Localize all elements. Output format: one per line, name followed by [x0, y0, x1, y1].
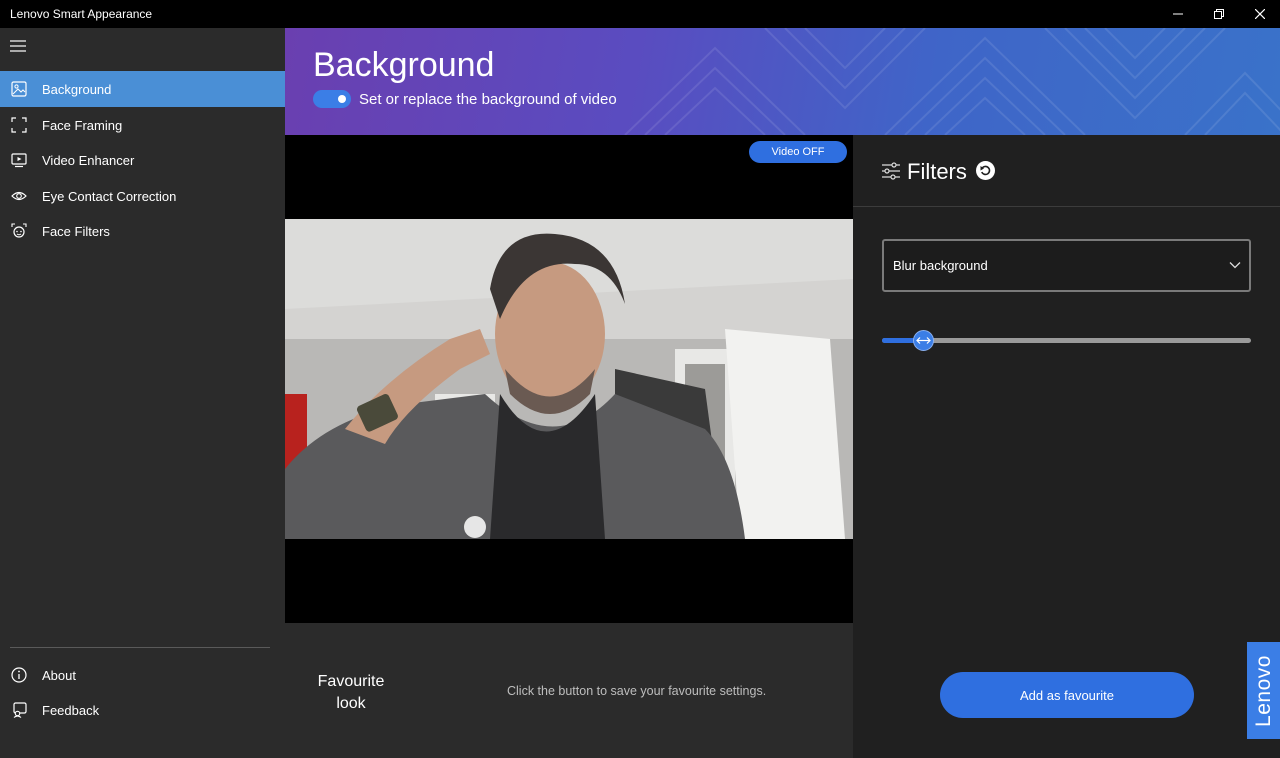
filters-header: Filters — [853, 135, 1280, 207]
background-toggle[interactable] — [313, 90, 351, 108]
favourite-section: Favourite look Click the button to save … — [285, 623, 853, 758]
video-off-button[interactable]: Video OFF — [749, 141, 847, 163]
toggle-label: Set or replace the background of video — [359, 91, 617, 108]
video-preview: Video OFF — [285, 135, 853, 623]
page-title: Background — [313, 46, 495, 84]
favourite-hint: Click the button to save your favourite … — [507, 684, 767, 698]
info-icon — [10, 666, 28, 684]
sidebar-item-label: About — [42, 667, 76, 683]
sidebar-item-face-framing[interactable]: Face Framing — [0, 107, 285, 143]
sidebar: Background Face Framing Video Enhancer E… — [0, 28, 285, 758]
close-button[interactable] — [1239, 0, 1280, 28]
camera-feed — [285, 219, 853, 539]
minimize-icon — [1172, 13, 1183, 15]
sidebar-item-label: Background — [42, 81, 112, 97]
sidebar-item-eye-contact[interactable]: Eye Contact Correction — [0, 178, 285, 214]
sidebar-item-feedback[interactable]: Feedback — [0, 692, 285, 728]
sidebar-item-background[interactable]: Background — [0, 71, 285, 107]
sidebar-item-label: Face Framing — [42, 117, 123, 133]
face-filter-icon — [10, 222, 28, 240]
page-header: Background Set or replace the background… — [285, 28, 1280, 135]
frame-corners-icon — [10, 116, 28, 134]
favourite-title: Favourite look — [317, 673, 385, 712]
horizontal-arrows-icon — [916, 337, 931, 344]
video-screen-icon — [10, 151, 28, 169]
sidebar-item-label: Face Filters — [42, 223, 110, 239]
feedback-icon — [10, 701, 28, 719]
filter-select[interactable]: Blur background — [882, 239, 1251, 292]
add-favourite-button[interactable]: Add as favourite — [940, 672, 1194, 718]
restore-button[interactable] — [1198, 0, 1239, 28]
filter-select-value: Blur background — [893, 258, 988, 273]
close-icon — [1254, 9, 1265, 19]
sidebar-item-about[interactable]: About — [0, 657, 285, 693]
sidebar-item-video-enhancer[interactable]: Video Enhancer — [0, 142, 285, 178]
sidebar-divider — [10, 647, 270, 648]
lenovo-logo-text: Lenovo — [1251, 654, 1275, 727]
slider-thumb[interactable] — [913, 330, 934, 351]
lenovo-logo: Lenovo — [1247, 642, 1280, 739]
sidebar-item-label: Video Enhancer — [42, 152, 135, 168]
sidebar-item-label: Feedback — [42, 702, 100, 718]
restore-icon — [1213, 9, 1224, 19]
blur-slider[interactable] — [882, 330, 1251, 351]
reset-icon[interactable] — [976, 161, 995, 180]
title-bar: Lenovo Smart Appearance — [0, 0, 1280, 28]
sidebar-item-label: Eye Contact Correction — [42, 188, 177, 204]
chevron-down-icon — [1229, 262, 1241, 269]
eye-icon — [10, 187, 28, 205]
minimize-button[interactable] — [1157, 0, 1198, 28]
toggle-knob — [338, 95, 346, 103]
sidebar-item-face-filters[interactable]: Face Filters — [0, 213, 285, 249]
background-image-icon — [10, 80, 28, 98]
app-title: Lenovo Smart Appearance — [10, 7, 153, 21]
window-controls — [1157, 0, 1280, 28]
filters-panel: Filters Blur background Add as favourite — [853, 135, 1280, 758]
hamburger-icon[interactable] — [10, 40, 26, 52]
filters-title: Filters — [907, 159, 967, 184]
sliders-icon — [882, 162, 900, 180]
